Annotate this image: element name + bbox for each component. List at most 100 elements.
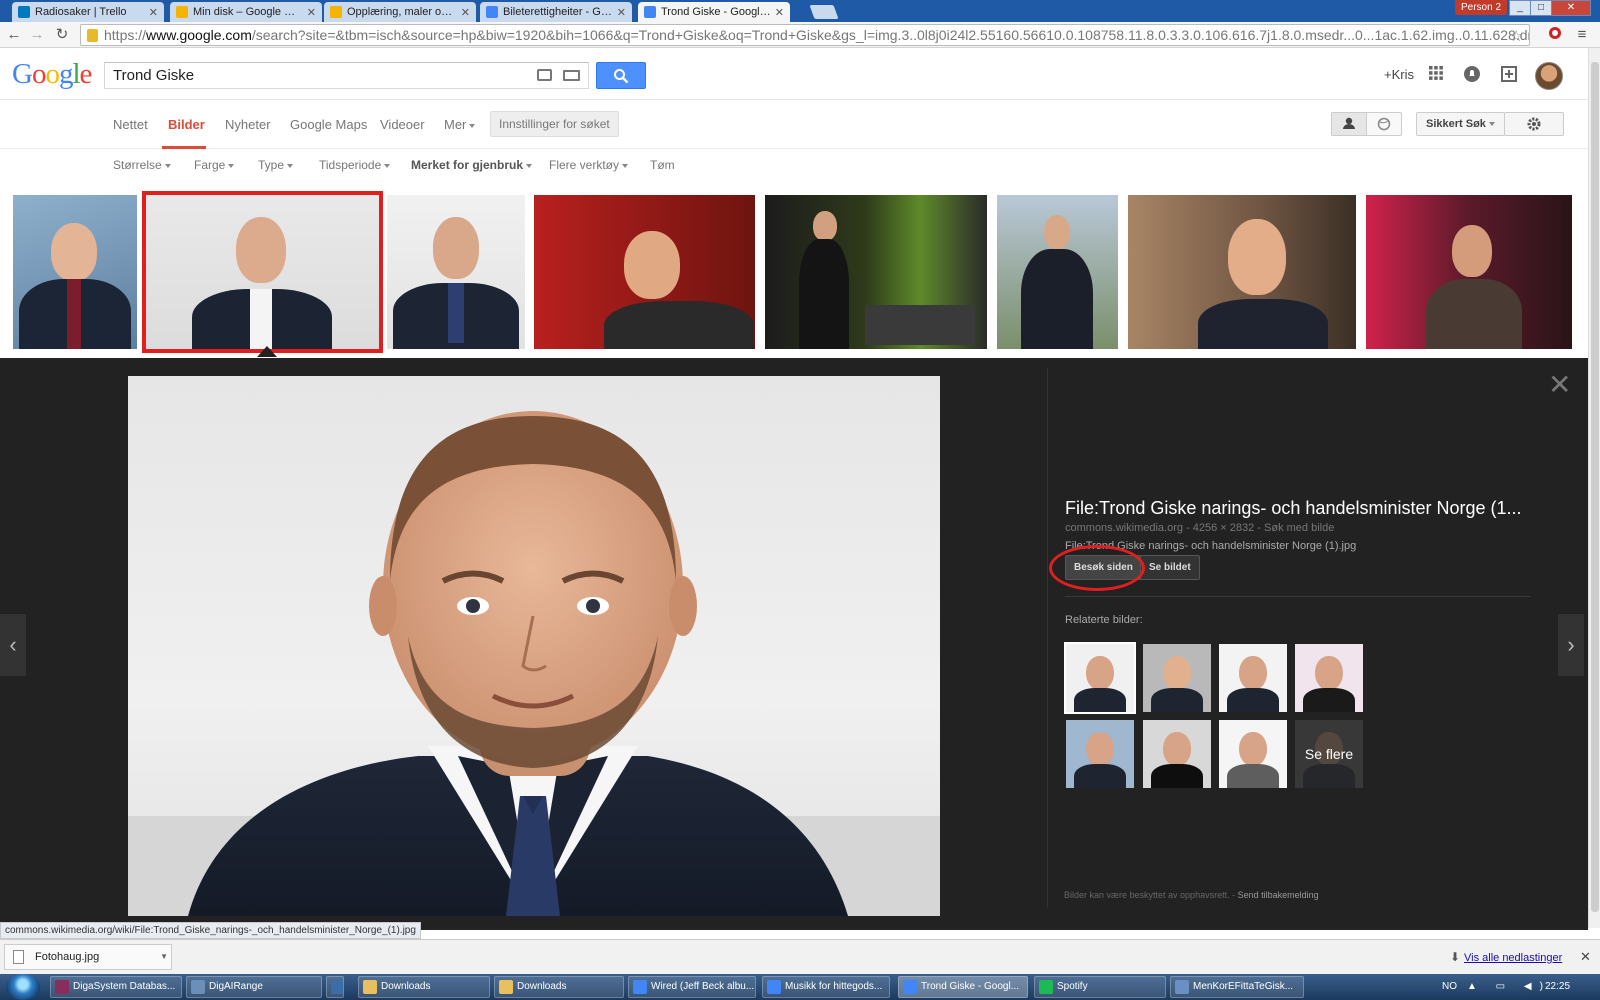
chrome-menu-icon[interactable]: ≡ xyxy=(1572,25,1592,45)
search-tool-dropdown[interactable]: Merket for gjenbruk xyxy=(411,158,533,172)
apps-grid-icon[interactable] xyxy=(1428,65,1446,83)
search-input[interactable]: Trond Giske xyxy=(104,62,589,89)
taskbar-label: Spotify xyxy=(1057,981,1088,992)
search-tool-dropdown[interactable]: Flere verktøy xyxy=(549,158,629,172)
taskbar-button[interactable]: Spotify xyxy=(1034,976,1166,998)
security-warning-icon[interactable] xyxy=(87,28,98,42)
rel-suit xyxy=(1074,688,1126,712)
search-tool-dropdown[interactable]: Tøm xyxy=(650,158,675,172)
tab-nyheter[interactable]: Nyheter xyxy=(225,117,271,132)
browser-tab[interactable]: Trond Giske - Google-søk ✕ xyxy=(638,2,790,22)
tray-icons[interactable]: ▲ ▭ ◀) xyxy=(1467,981,1551,992)
search-tool-dropdown[interactable]: Type xyxy=(258,158,294,172)
search-tool-dropdown[interactable]: Størrelse xyxy=(113,158,171,172)
related-image[interactable] xyxy=(1143,644,1211,712)
language-indicator[interactable]: NO xyxy=(1442,981,1457,992)
browser-tab[interactable]: Bileterettigheiter - Google... ✕ xyxy=(480,2,632,22)
browser-tab[interactable]: Opplæring, maler og div... ✕ xyxy=(324,2,476,22)
app-icon xyxy=(331,980,343,994)
bookmark-star-icon[interactable]: ☆ xyxy=(1510,27,1523,45)
maximize-button[interactable]: □ xyxy=(1530,0,1552,16)
image-result-thumbnail[interactable] xyxy=(765,195,987,349)
start-button[interactable] xyxy=(6,974,40,1000)
related-image[interactable] xyxy=(1064,642,1136,714)
image-result-thumbnail[interactable] xyxy=(997,195,1118,349)
next-image-arrow[interactable]: › xyxy=(1558,614,1584,676)
related-image[interactable] xyxy=(1143,720,1211,788)
taskbar-button[interactable]: Wired (Jeff Beck albu... xyxy=(628,976,756,998)
taskbar-button[interactable]: MenKorEFittaTeGisk... xyxy=(1170,976,1304,998)
image-title[interactable]: File:Trond Giske narings- och handelsmin… xyxy=(1065,498,1545,519)
taskbar-button[interactable]: Downloads xyxy=(494,976,624,998)
page-scrollbar[interactable] xyxy=(1588,48,1600,928)
see-more-button[interactable]: Se flere xyxy=(1295,720,1363,788)
tab-close-icon[interactable]: ✕ xyxy=(775,6,784,19)
preview-image[interactable] xyxy=(128,376,940,916)
download-item[interactable]: Fotohaug.jpg ▼ xyxy=(4,944,172,970)
scrollbar-thumb[interactable] xyxy=(1591,62,1599,912)
image-result-thumbnail[interactable] xyxy=(534,195,755,349)
search-button[interactable] xyxy=(596,62,646,89)
related-image[interactable] xyxy=(1295,644,1363,712)
close-icon[interactable]: ✕ xyxy=(1580,949,1591,965)
user-link[interactable]: +Kris xyxy=(1384,67,1414,82)
clock[interactable]: 22:25 xyxy=(1545,981,1570,992)
camera-icon[interactable] xyxy=(537,69,552,81)
extension-icon[interactable] xyxy=(1545,25,1565,45)
search-settings-button[interactable]: Innstillinger for søket xyxy=(490,111,619,137)
taskbar-button[interactable]: DigaSystem Databas... xyxy=(50,976,182,998)
image-result-thumbnail[interactable] xyxy=(387,195,525,349)
global-results-button[interactable] xyxy=(1366,112,1402,136)
tab-google-maps[interactable]: Google Maps xyxy=(290,117,367,132)
tab-close-icon[interactable]: ✕ xyxy=(461,6,470,19)
share-plus-icon[interactable] xyxy=(1500,65,1518,83)
view-image-button[interactable]: Se bildet xyxy=(1140,555,1200,580)
rel-face xyxy=(1163,656,1191,690)
feedback-link[interactable]: Send tilbakemelding xyxy=(1238,890,1319,900)
search-tool-dropdown[interactable]: Tidsperiode xyxy=(319,158,391,172)
browser-tab[interactable]: Min disk – Google Disk ✕ xyxy=(170,2,322,22)
tab-nettet[interactable]: Nettet xyxy=(113,117,148,132)
back-icon[interactable]: ← xyxy=(4,25,24,45)
show-all-downloads-link[interactable]: Vis alle nedlastinger xyxy=(1464,952,1562,964)
address-bar[interactable]: https://www.google.com/search?site=&tbm=… xyxy=(80,24,1530,46)
safesearch-dropdown[interactable]: Sikkert Søk xyxy=(1416,112,1505,136)
tab-mer[interactable]: Mer xyxy=(444,117,476,132)
tab-close-icon[interactable]: ✕ xyxy=(617,6,626,19)
tab-videoer[interactable]: Videoer xyxy=(380,117,425,132)
chevron-down-icon[interactable]: ▼ xyxy=(160,945,168,969)
tab-close-icon[interactable]: ✕ xyxy=(149,6,158,19)
keyboard-icon[interactable] xyxy=(563,70,580,81)
tab-close-icon[interactable]: ✕ xyxy=(307,6,316,19)
taskbar-label: Downloads xyxy=(381,981,431,992)
taskbar-button[interactable]: Downloads xyxy=(358,976,490,998)
previous-image-arrow[interactable]: ‹ xyxy=(0,614,26,676)
personal-results-button[interactable] xyxy=(1331,112,1367,136)
related-image[interactable] xyxy=(1066,720,1134,788)
settings-gear-button[interactable] xyxy=(1504,112,1564,136)
notifications-icon[interactable] xyxy=(1463,65,1481,83)
google-logo[interactable]: Google xyxy=(12,58,92,91)
image-result-thumbnail[interactable] xyxy=(13,195,137,349)
image-result-thumbnail-selected[interactable] xyxy=(142,191,383,353)
taskbar-button[interactable]: DigAIRange xyxy=(186,976,322,998)
taskbar-button[interactable]: Musikk for hittegods... xyxy=(762,976,890,998)
minimize-button[interactable]: _ xyxy=(1509,0,1531,16)
image-result-thumbnail[interactable] xyxy=(1366,195,1572,349)
profile-badge[interactable]: Person 2 xyxy=(1455,0,1507,15)
close-icon[interactable]: ✕ xyxy=(1548,368,1571,401)
browser-tab[interactable]: Radiosaker | Trello ✕ xyxy=(12,2,164,22)
taskbar-button[interactable]: Trond Giske - Googl... xyxy=(898,976,1028,998)
taskbar-button[interactable] xyxy=(326,976,344,998)
window-close-button[interactable]: ✕ xyxy=(1551,0,1591,16)
related-image[interactable] xyxy=(1219,644,1287,712)
tab-bilder[interactable]: Bilder xyxy=(168,117,205,132)
avatar[interactable] xyxy=(1535,62,1563,90)
safesearch-label: Sikkert Søk xyxy=(1426,118,1486,130)
search-tool-dropdown[interactable]: Farge xyxy=(194,158,235,172)
image-result-thumbnail[interactable] xyxy=(1128,195,1356,349)
new-tab-button[interactable] xyxy=(809,5,839,19)
reload-icon[interactable]: ↻ xyxy=(52,25,72,45)
forward-icon[interactable]: → xyxy=(27,25,47,45)
related-image[interactable] xyxy=(1219,720,1287,788)
